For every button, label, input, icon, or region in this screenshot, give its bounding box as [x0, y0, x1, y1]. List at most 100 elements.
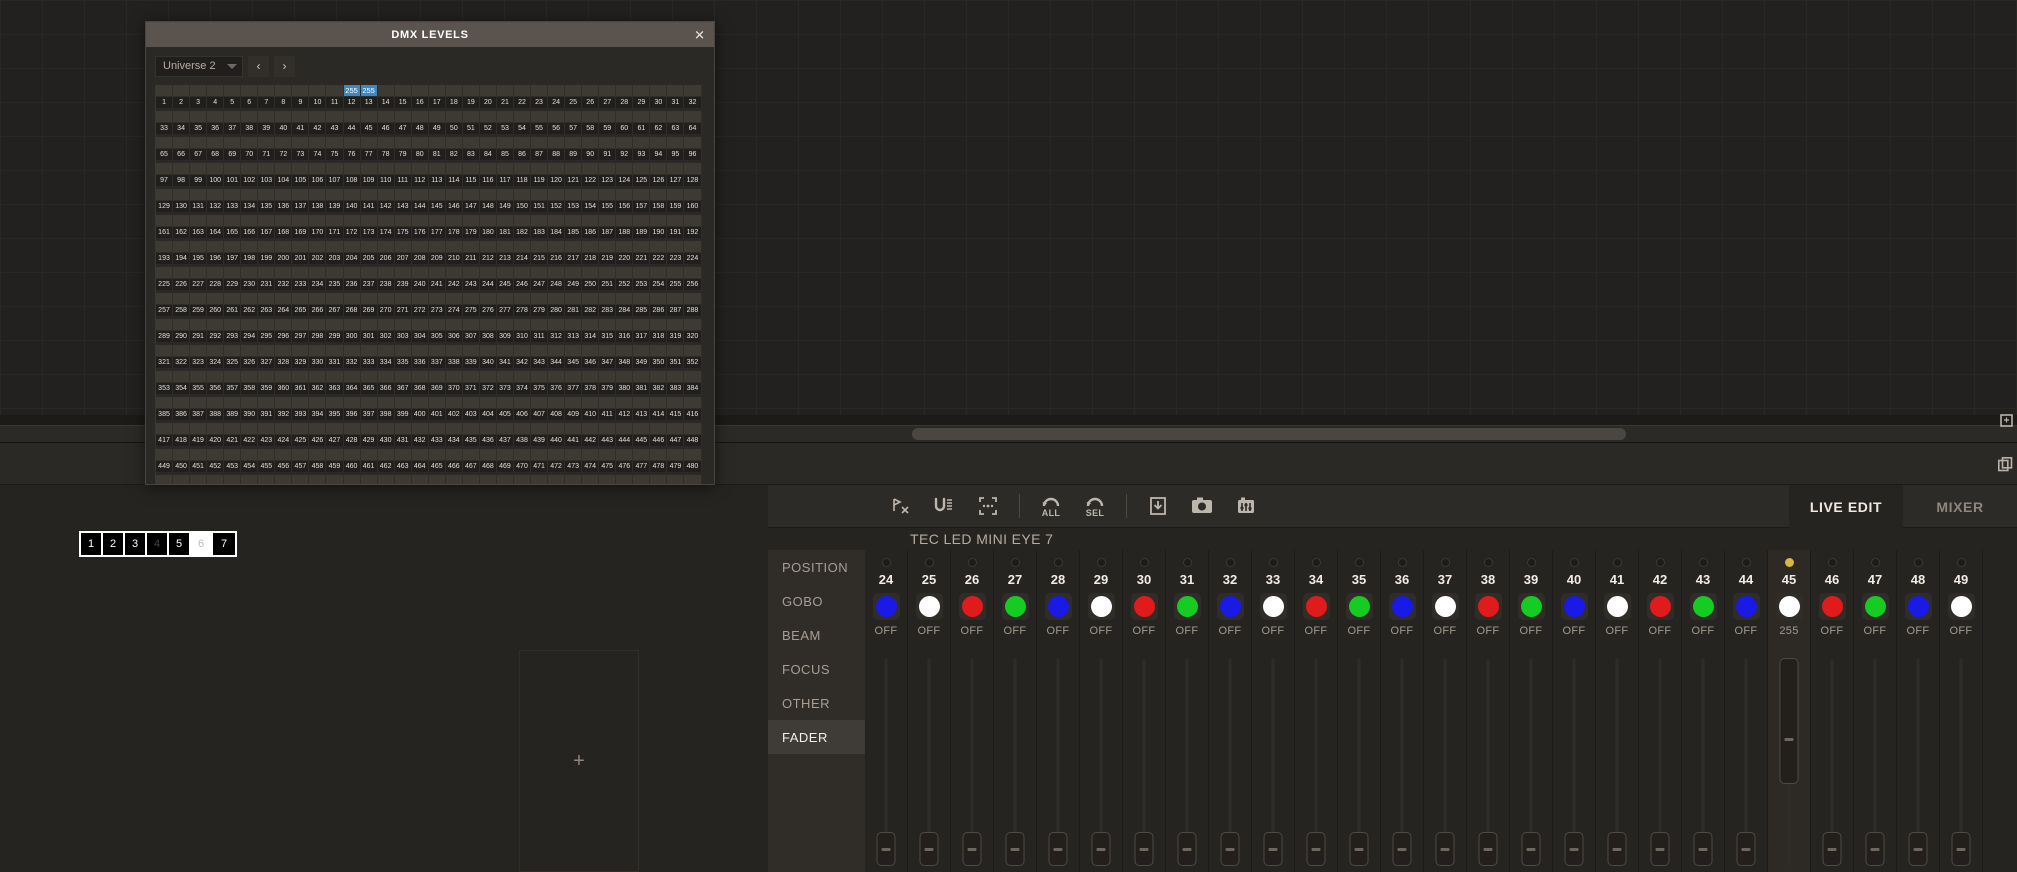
dmx-channel-number[interactable]: 136 — [275, 201, 293, 212]
dmx-channel-number[interactable]: 41 — [292, 123, 310, 134]
dmx-channel-number[interactable]: 169 — [292, 227, 310, 238]
dmx-channel-number[interactable]: 29 — [633, 97, 651, 108]
dmx-channel-number[interactable]: 419 — [190, 435, 208, 446]
dmx-value-cell[interactable] — [633, 449, 651, 461]
channel-fader[interactable] — [1037, 637, 1079, 872]
dmx-channel-number[interactable]: 11 — [326, 97, 344, 108]
dmx-value-cell[interactable] — [207, 397, 225, 409]
dmx-channel-number[interactable]: 139 — [326, 201, 344, 212]
category-other[interactable]: OTHER — [768, 686, 865, 720]
dmx-channel-number[interactable]: 63 — [667, 123, 685, 134]
dmx-channel-number[interactable]: 226 — [173, 279, 191, 290]
dmx-channel-number[interactable]: 312 — [548, 331, 566, 342]
dmx-channel-number[interactable]: 353 — [156, 383, 174, 394]
dmx-channel-number[interactable]: 127 — [667, 175, 685, 186]
dmx-value-cell[interactable] — [258, 319, 276, 331]
dmx-value-cell[interactable] — [650, 423, 668, 435]
dmx-value-cell[interactable] — [428, 85, 446, 97]
dmx-value-cell[interactable] — [684, 423, 702, 435]
dmx-value-cell[interactable] — [667, 137, 685, 149]
dmx-channel-number[interactable]: 156 — [616, 201, 634, 212]
dmx-channel-number[interactable]: 369 — [428, 383, 446, 394]
dmx-value-cell[interactable] — [445, 267, 463, 279]
dmx-value-cell[interactable] — [156, 475, 174, 484]
dmx-channel-number[interactable]: 38 — [241, 123, 259, 134]
dmx-value-cell[interactable] — [207, 319, 225, 331]
dmx-value-cell[interactable] — [428, 449, 446, 461]
dmx-value-cell[interactable] — [326, 423, 344, 435]
dmx-channel-number[interactable]: 187 — [599, 227, 617, 238]
dmx-value-cell[interactable] — [496, 449, 514, 461]
dmx-value-cell[interactable] — [309, 397, 327, 409]
dmx-channel-number[interactable]: 462 — [377, 461, 395, 472]
dmx-channel-number[interactable]: 401 — [428, 409, 446, 420]
dmx-value-cell[interactable] — [616, 267, 634, 279]
dmx-value-cell[interactable] — [548, 319, 566, 331]
dmx-channel-number[interactable]: 234 — [309, 279, 327, 290]
dmx-value-cell[interactable] — [275, 449, 293, 461]
dmx-value-cell[interactable] — [582, 319, 600, 331]
dmx-value-cell[interactable] — [343, 371, 361, 383]
channel-select-dot[interactable] — [924, 558, 934, 567]
dmx-value-cell[interactable] — [190, 319, 208, 331]
dmx-value-cell[interactable] — [156, 449, 174, 461]
dmx-value-cell[interactable] — [241, 267, 259, 279]
dmx-channel-number[interactable]: 98 — [173, 175, 191, 186]
dmx-channel-number[interactable]: 274 — [445, 305, 463, 316]
channel-color-swatch-box[interactable] — [1173, 593, 1201, 620]
dmx-channel-number[interactable]: 295 — [258, 331, 276, 342]
dmx-value-cell[interactable] — [326, 267, 344, 279]
dmx-value-cell[interactable] — [292, 423, 310, 435]
dmx-value-cell[interactable] — [548, 397, 566, 409]
dmx-channel-number[interactable]: 152 — [548, 201, 566, 212]
dmx-value-cell[interactable] — [343, 241, 361, 253]
dmx-value-cell[interactable] — [224, 293, 242, 305]
dmx-channel-number[interactable]: 114 — [445, 175, 463, 186]
dmx-channel-number[interactable]: 270 — [377, 305, 395, 316]
dmx-channel-number[interactable]: 242 — [445, 279, 463, 290]
dmx-value-cell[interactable] — [513, 137, 532, 149]
dmx-channel-number[interactable]: 110 — [377, 175, 395, 186]
dmx-channel-number[interactable]: 361 — [292, 383, 310, 394]
snapshot-icon[interactable] — [1180, 489, 1224, 523]
dmx-value-cell[interactable] — [292, 241, 310, 253]
dmx-value-cell[interactable] — [633, 475, 651, 484]
dmx-value-cell[interactable] — [394, 371, 412, 383]
dmx-value-cell[interactable] — [496, 85, 514, 97]
dmx-channel-number[interactable]: 415 — [667, 409, 685, 420]
dmx-value-cell[interactable] — [190, 241, 208, 253]
dmx-channel-number[interactable]: 122 — [582, 175, 600, 186]
dmx-channel-number[interactable]: 228 — [207, 279, 225, 290]
dmx-channel-number[interactable]: 172 — [343, 227, 361, 238]
dmx-channel-number[interactable]: 336 — [411, 357, 429, 368]
dmx-value-cell[interactable] — [326, 371, 344, 383]
dmx-channel-number[interactable]: 271 — [394, 305, 412, 316]
dmx-value-cell[interactable] — [275, 215, 293, 227]
dmx-value-cell[interactable]: 255 — [360, 85, 378, 97]
fader-handle[interactable] — [1306, 832, 1326, 866]
dmx-channel-number[interactable]: 360 — [275, 383, 293, 394]
dmx-value-cell[interactable] — [156, 215, 174, 227]
dmx-channel-number[interactable]: 103 — [258, 175, 276, 186]
dmx-value-cell[interactable] — [445, 137, 463, 149]
dmx-value-cell[interactable] — [292, 475, 310, 484]
dmx-value-cell[interactable] — [377, 345, 395, 357]
dmx-channel-number[interactable]: 183 — [531, 227, 549, 238]
channel-select-dot[interactable] — [1827, 558, 1837, 567]
dmx-channel-number[interactable]: 233 — [292, 279, 310, 290]
dmx-channel-number[interactable]: 431 — [394, 435, 412, 446]
channel-strip[interactable]: 26 OFF — [951, 550, 994, 872]
dmx-channel-number[interactable]: 480 — [684, 461, 702, 472]
channel-color-swatch-box[interactable] — [1947, 593, 1975, 620]
dmx-value-cell[interactable] — [173, 215, 191, 227]
dmx-value-cell[interactable] — [428, 163, 446, 175]
channel-fader[interactable] — [1639, 637, 1681, 872]
fader-handle[interactable] — [876, 832, 896, 866]
dmx-value-cell[interactable] — [309, 345, 327, 357]
dmx-channel-number[interactable]: 269 — [360, 305, 378, 316]
dmx-channel-number[interactable]: 48 — [411, 123, 429, 134]
dmx-value-cell[interactable] — [531, 423, 549, 435]
channel-fader[interactable] — [951, 637, 993, 872]
dmx-value-cell[interactable] — [616, 449, 634, 461]
dmx-channel-number[interactable]: 2 — [173, 97, 191, 108]
